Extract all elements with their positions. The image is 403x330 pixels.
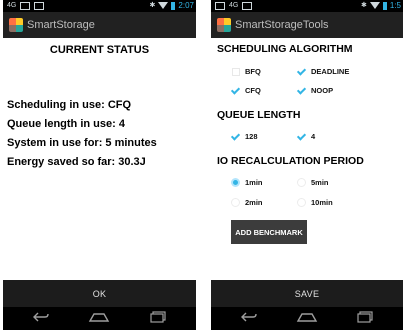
checkmark-icon: [297, 132, 307, 141]
radio-unselected-icon: [297, 178, 306, 187]
queue-4-label: 4: [311, 132, 316, 141]
unchecked-icon: [231, 67, 241, 76]
radio-5min[interactable]: 5min: [297, 178, 329, 187]
uptime-status: System in use for: 5 minutes: [7, 137, 157, 149]
action-bar: SmartStorageTools: [211, 12, 403, 38]
status-content: CURRENT STATUS Scheduling in use: CFQ Qu…: [3, 38, 196, 280]
radio-5min-label: 5min: [311, 178, 329, 187]
home-icon[interactable]: [296, 310, 318, 328]
radio-10min[interactable]: 10min: [297, 198, 333, 207]
phone-screen-right: 4G ✱ 1:5 SmartStorageTools SCHEDULING AL…: [211, 0, 403, 330]
app-title: SmartStorage: [27, 19, 95, 31]
wifi-icon: [369, 2, 380, 9]
checkmark-icon: [231, 86, 241, 95]
queue-128-checkbox[interactable]: 128: [231, 132, 258, 141]
radio-1min-label: 1min: [245, 178, 263, 187]
save-button[interactable]: SAVE: [211, 280, 403, 307]
cfq-label: CFQ: [245, 86, 261, 95]
bfq-checkbox[interactable]: BFQ: [231, 67, 261, 76]
radio-selected-icon: [231, 178, 240, 187]
back-arrow-icon[interactable]: [32, 310, 50, 328]
settings-content: SCHEDULING ALGORITHM BFQ DEADLINE CFQ NO…: [211, 38, 403, 280]
app-logo-icon: [217, 18, 231, 32]
back-arrow-icon[interactable]: [240, 310, 258, 328]
energy-saved-status: Energy saved so far: 30.3J: [7, 156, 146, 168]
queue-4-checkbox[interactable]: 4: [297, 132, 315, 141]
queue-length-status: Queue length in use: 4: [7, 118, 125, 130]
status-bar: 4G ✱ 2:07: [3, 0, 196, 12]
noop-checkbox[interactable]: NOOP: [297, 86, 333, 95]
status-bar: 4G ✱ 1:5: [211, 0, 403, 12]
phone-screen-left: 4G ✱ 2:07 SmartStorage CURRENT STATUS Sc…: [3, 0, 196, 330]
battery-icon: [382, 1, 387, 10]
bluetooth-icon: ✱: [361, 2, 367, 9]
screenshot-notification-icon: [20, 1, 31, 10]
recent-apps-icon[interactable]: [149, 310, 167, 328]
mail-notification-icon: [242, 1, 253, 10]
navigation-bar: [3, 307, 196, 330]
deadline-label: DEADLINE: [311, 67, 350, 76]
navigation-bar: [211, 307, 403, 330]
current-status-heading: CURRENT STATUS: [49, 44, 150, 56]
clock: 2:07: [178, 1, 194, 10]
radio-1min[interactable]: 1min: [231, 178, 263, 187]
noop-label: NOOP: [311, 86, 334, 95]
checkmark-icon: [297, 86, 307, 95]
radio-unselected-icon: [297, 198, 306, 207]
scheduling-algorithm-heading: SCHEDULING ALGORITHM: [217, 43, 353, 55]
recent-apps-icon[interactable]: [356, 310, 374, 328]
bfq-label: BFQ: [245, 67, 261, 76]
checkmark-icon: [297, 67, 307, 76]
scheduling-status: Scheduling in use: CFQ: [7, 99, 132, 111]
app-title: SmartStorageTools: [235, 19, 329, 31]
app-logo-icon: [9, 18, 23, 32]
battery-icon: [171, 1, 176, 10]
mail-notification-icon: [34, 1, 45, 10]
wifi-icon: [158, 2, 169, 9]
home-icon[interactable]: [88, 310, 110, 328]
action-bar: SmartStorage: [3, 12, 196, 38]
bluetooth-icon: ✱: [149, 2, 156, 9]
screenshot-notification-icon: [215, 1, 225, 10]
radio-2min-label: 2min: [245, 198, 263, 207]
cfq-checkbox[interactable]: CFQ: [231, 86, 261, 95]
status-list: Scheduling in use: CFQ Queue length in u…: [7, 96, 157, 172]
ok-button[interactable]: OK: [3, 280, 196, 307]
io-recalculation-heading: IO RECALCULATION PERIOD: [217, 155, 364, 167]
add-benchmark-button[interactable]: ADD BENCHMARK: [231, 220, 307, 244]
checkmark-icon: [231, 132, 241, 141]
queue-length-heading: QUEUE LENGTH: [217, 109, 301, 121]
queue-128-label: 128: [245, 132, 258, 141]
radio-2min[interactable]: 2min: [231, 198, 263, 207]
deadline-checkbox[interactable]: DEADLINE: [297, 67, 349, 76]
radio-unselected-icon: [231, 198, 240, 207]
radio-10min-label: 10min: [311, 198, 333, 207]
clock: 1:5: [389, 1, 401, 10]
network-type-label: 4G: [229, 2, 239, 9]
network-type-label: 4G: [7, 2, 17, 9]
